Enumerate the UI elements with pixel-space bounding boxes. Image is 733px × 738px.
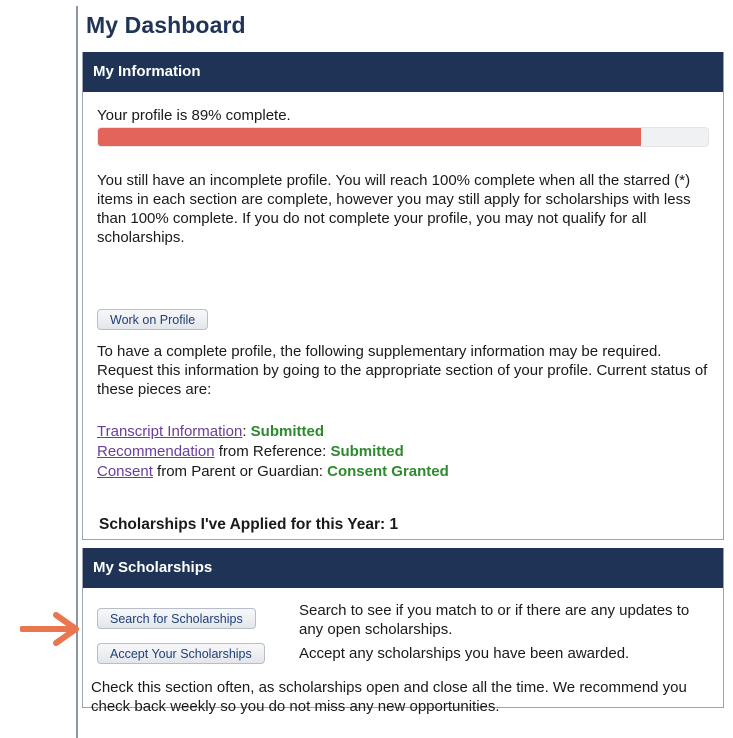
recommendation-status: Submitted (330, 443, 404, 460)
page: My Dashboard My Information Your profile… (0, 0, 733, 738)
scholarships-applied-count: Scholarships I've Applied for this Year:… (99, 516, 399, 533)
my-information-header: My Information (83, 52, 723, 92)
scholarships-check-note: Check this section often, as scholarship… (91, 679, 687, 715)
my-scholarships-header: My Scholarships (83, 548, 723, 588)
accept-scholarships-description: Accept any scholarships you have been aw… (299, 645, 630, 662)
profile-status-text: Your profile is 89% complete. (97, 107, 291, 124)
status-row-transcript: Transcript Information: Submitted (97, 422, 449, 442)
my-scholarships-panel: My Scholarships Search for Scholarships … (82, 548, 724, 715)
consent-status: Consent Granted (327, 463, 449, 480)
incomplete-profile-message: You still have an incomplete profile. Yo… (97, 172, 691, 246)
accept-scholarships-button[interactable]: Accept Your Scholarships (97, 643, 265, 664)
transcript-information-link[interactable]: Transcript Information (97, 423, 242, 440)
work-on-profile-button[interactable]: Work on Profile (97, 309, 209, 330)
supplementary-status-list: Transcript Information: Submitted Recomm… (97, 422, 449, 482)
recommendation-link[interactable]: Recommendation (97, 443, 215, 460)
my-information-panel: My Information Your profile is 89% compl… (82, 52, 724, 540)
arrow-right-icon (20, 612, 79, 646)
status-row-consent: Consent from Parent or Guardian: Consent… (97, 462, 449, 482)
status-row-suffix: from Parent or Guardian: (152, 463, 328, 480)
page-title: My Dashboard (86, 12, 246, 38)
profile-progress-bar (97, 127, 709, 147)
supplementary-info-message: To have a complete profile, the followin… (97, 343, 708, 398)
status-row-suffix: : (242, 423, 251, 440)
status-row-recommendation: Recommendation from Reference: Submitted (97, 442, 449, 462)
profile-progress-fill (98, 128, 641, 146)
transcript-status: Submitted (250, 423, 325, 440)
consent-link[interactable]: Consent (97, 463, 153, 480)
search-scholarships-description: Search to see if you match to or if ther… (299, 602, 690, 638)
status-row-suffix: from Reference: (214, 443, 331, 460)
search-scholarships-button[interactable]: Search for Scholarships (97, 608, 256, 629)
